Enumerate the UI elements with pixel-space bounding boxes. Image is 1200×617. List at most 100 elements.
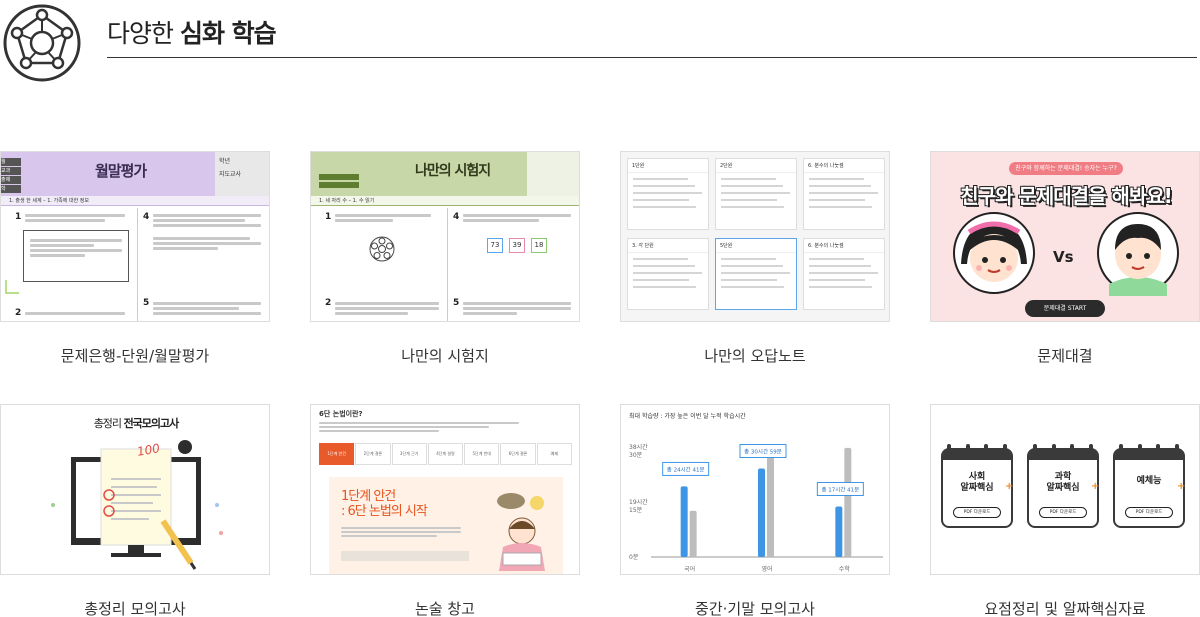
question-text bbox=[25, 310, 125, 317]
question-text bbox=[463, 300, 571, 317]
student-reading-icon bbox=[497, 493, 545, 571]
note-panel-title: 2단원 bbox=[716, 159, 796, 173]
bar-annotation: 총 17시간 41분 bbox=[821, 485, 859, 493]
booklet-rings bbox=[947, 444, 1007, 453]
chart-bar bbox=[844, 447, 852, 557]
text-line bbox=[721, 192, 790, 194]
pdf-download-button[interactable]: PDF 다운로드 bbox=[953, 507, 1001, 518]
step-tab[interactable]: 1단계 안건 bbox=[319, 443, 355, 465]
card-thumbnail[interactable]: 6단 논법이란? 1단계 안건 2단계 결론 3단계 근거 4단계 설명 5단계… bbox=[310, 404, 580, 575]
note-panel-title: 3. 각 단원 bbox=[628, 239, 708, 253]
text-line bbox=[809, 206, 872, 208]
chart-bar bbox=[680, 486, 688, 557]
step-tab[interactable]: 6단계 결론 bbox=[500, 443, 536, 465]
note-panel-title: 5단원 bbox=[716, 239, 796, 253]
card-thumbnail[interactable]: 친구와 함께하는 문제대결! 승자는 누구? 친구와 문제대결을 해봐요! Vs bbox=[930, 151, 1200, 322]
note-panel[interactable]: 6. 분수의 나눗셈 bbox=[803, 238, 885, 310]
text-line bbox=[721, 199, 777, 201]
question-number: 5 bbox=[453, 298, 460, 308]
card-caption[interactable]: 나만의 오답노트 bbox=[620, 345, 890, 366]
card-thumbnail[interactable]: 사회 알짜핵심 PDF 다운로드 과학 알짜핵심 PDF 다운로드 예체능 PD… bbox=[930, 404, 1200, 575]
note-panel[interactable]: 1단원 bbox=[627, 158, 709, 230]
text-line bbox=[633, 279, 689, 281]
card-caption[interactable]: 요점정리 및 알짜핵심자료 bbox=[930, 598, 1200, 617]
question-number: 1 bbox=[15, 212, 22, 222]
card-caption[interactable]: 문제은행-단원/월말평가 bbox=[0, 345, 270, 366]
card-thumbnail[interactable]: 나만의 시험지 1. 세 자리 수 – 1. 수 읽기 1 2 4 73 39 … bbox=[310, 151, 580, 322]
question-text bbox=[335, 300, 439, 317]
note-panel[interactable]: 6. 분수의 나눗셈 bbox=[803, 158, 885, 230]
step-tab[interactable]: 2단계 결론 bbox=[355, 443, 391, 465]
exam-title: 월말평가 bbox=[95, 162, 147, 180]
bar-annotation: 총 30시간 59분 bbox=[744, 447, 782, 455]
side-row: 학년 bbox=[219, 158, 231, 165]
pdf-download-button[interactable]: PDF 다운로드 bbox=[1125, 507, 1173, 518]
question-text bbox=[463, 212, 571, 224]
chart-bar bbox=[835, 506, 843, 557]
booklet-social[interactable]: 사회 알짜핵심 PDF 다운로드 bbox=[941, 444, 1013, 528]
booklet-name: 과학 알짜핵심 bbox=[1046, 472, 1080, 493]
info-row: 교과 bbox=[1, 167, 21, 175]
booklet-arts[interactable]: 예체능 PDF 다운로드 bbox=[1113, 444, 1185, 528]
step-tab[interactable]: 3단계 근거 bbox=[391, 443, 427, 465]
battle-title: 친구와 문제대결을 해봐요! bbox=[960, 184, 1172, 208]
text-line bbox=[721, 279, 777, 281]
card-caption[interactable]: 나만의 시험지 bbox=[310, 345, 580, 366]
text-line bbox=[809, 199, 865, 201]
step-tab[interactable]: 4단계 설명 bbox=[427, 443, 464, 465]
card-thumbnail[interactable]: 최대 학습량 : 가장 높은 이번 달 누적 학습시간 38시간 30분 19시간 1… bbox=[620, 404, 890, 575]
note-panel[interactable]: 3. 각 단원 bbox=[627, 238, 709, 310]
y-tick-label: 30분 bbox=[629, 452, 643, 459]
question-number: 4 bbox=[143, 212, 150, 222]
column-divider bbox=[137, 208, 138, 321]
card-thumbnail[interactable]: 1단원 2단원 6. 분수의 나눗셈 3. 각 단원 5단원 6. 분수의 나눗셈 bbox=[620, 151, 890, 322]
x-tick-label: 국어 bbox=[684, 565, 695, 573]
text-line bbox=[809, 272, 878, 274]
question-box bbox=[23, 230, 129, 282]
card-thumbnail[interactable]: 총정리 전국모의고사 100 bbox=[0, 404, 270, 575]
card-thumbnail[interactable]: 월 교과 출제 학 월말평가 학년 지도교사 1. 출생 한 세계 – 1. 가… bbox=[0, 151, 270, 322]
note-panel[interactable]: 5단원 bbox=[715, 238, 797, 310]
booklet-rings bbox=[1119, 444, 1179, 453]
card-caption[interactable]: 논술 창고 bbox=[310, 598, 580, 617]
question-text bbox=[153, 300, 261, 317]
essay-body bbox=[341, 525, 461, 539]
text-line bbox=[633, 286, 696, 288]
card-caption[interactable]: 중간·기말 모의고사 bbox=[620, 598, 890, 617]
text-line bbox=[809, 286, 872, 288]
girl-avatar-icon bbox=[953, 212, 1035, 294]
question-number: 2 bbox=[15, 308, 22, 318]
x-tick-label: 영어 bbox=[761, 565, 772, 573]
step-tab[interactable]: 5단계 반대 bbox=[464, 443, 500, 465]
text-line bbox=[633, 206, 696, 208]
essay-heading: 1단계 안건 : 6단 논법의 시작 bbox=[341, 489, 428, 519]
card-caption[interactable]: 문제대결 bbox=[930, 345, 1200, 366]
text-line bbox=[809, 178, 864, 180]
mock-title-light: 총정리 bbox=[93, 417, 122, 430]
exam-side-info bbox=[527, 152, 579, 196]
exam-header: 월 교과 출제 학 월말평가 학년 지도교사 bbox=[1, 152, 269, 196]
text-line bbox=[809, 185, 871, 187]
question-text bbox=[153, 212, 261, 252]
note-panel-title: 6. 분수의 나눗셈 bbox=[804, 159, 884, 173]
text-line bbox=[721, 185, 783, 187]
battle-badge: 친구와 함께하는 문제대결! 승자는 누구? bbox=[1009, 162, 1123, 175]
step-tab[interactable]: 예제 bbox=[536, 443, 572, 465]
question-number: 4 bbox=[453, 212, 460, 222]
info-row: 학 bbox=[1, 185, 21, 193]
text-line bbox=[809, 265, 871, 267]
question-number: 5 bbox=[143, 298, 150, 308]
y-tick-label: 19시간 bbox=[629, 498, 648, 506]
number-card: 39 bbox=[509, 238, 525, 253]
card-caption[interactable]: 총정리 모의고사 bbox=[0, 598, 270, 617]
note-panel[interactable]: 2단원 bbox=[715, 158, 797, 230]
pdf-download-button[interactable]: PDF 다운로드 bbox=[1039, 507, 1087, 518]
y-tick-label: 0분 bbox=[629, 554, 639, 561]
note-panel-title: 6. 분수의 나눗셈 bbox=[804, 239, 884, 253]
text-line bbox=[633, 199, 689, 201]
y-tick-label: 15분 bbox=[629, 507, 643, 514]
chart-bar bbox=[767, 449, 774, 557]
booklet-science[interactable]: 과학 알짜핵심 PDF 다운로드 bbox=[1027, 444, 1099, 528]
battle-start-button[interactable]: 문제대결 START bbox=[1025, 300, 1105, 317]
text-line bbox=[721, 286, 784, 288]
